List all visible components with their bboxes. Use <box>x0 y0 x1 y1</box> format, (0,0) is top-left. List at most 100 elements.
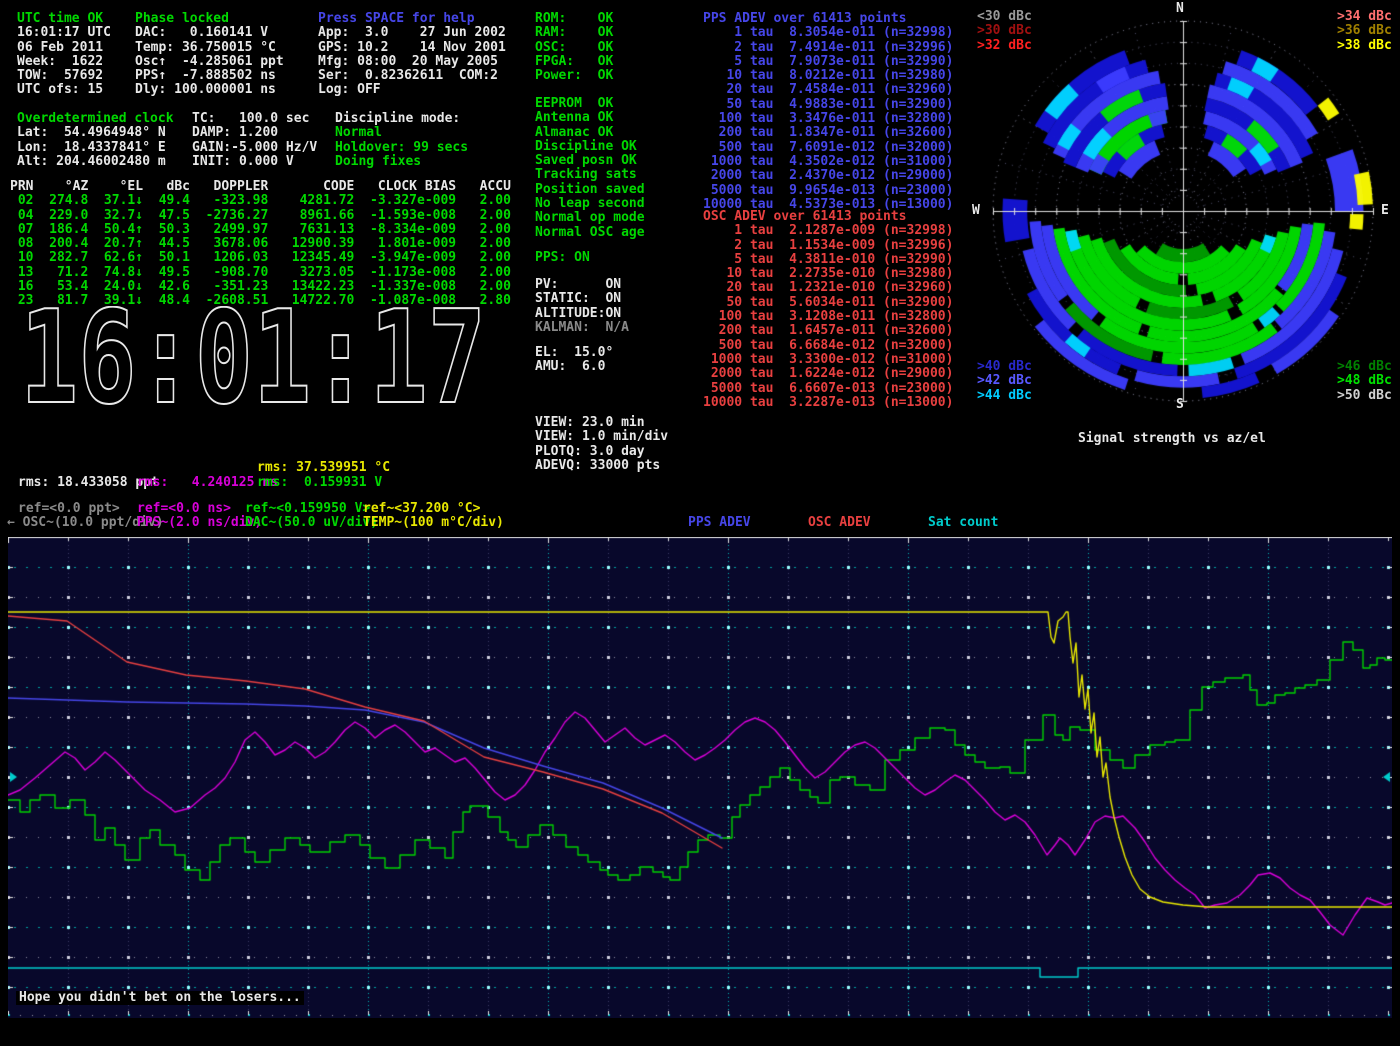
legend-entry: <30 dBc <box>977 10 1032 24</box>
view-queue-panel: VIEW: 23.0 minVIEW: 1.0 min/divPLOTQ: 3.… <box>535 416 668 473</box>
osc-adev-rows: 1 tau 2.1287e-009 (n=32998) 2 tau 1.1534… <box>703 224 953 410</box>
fix-mode-panel: PV: ONSTATIC: ONALTITUDE:ON KALMAN: N/A <box>535 278 629 335</box>
osc-adev-table: OSC ADEV over 61413 points 1 tau 2.1287e… <box>703 210 953 410</box>
sat-table-row: 07 186.4 50.4↑ 50.3 2499.97 7631.13 -8.3… <box>10 223 511 237</box>
line: 500 tau 6.6684e-012 (n=32000) <box>703 339 953 353</box>
loop-params-panel: TC: 100.0 secDAMP: 1.200GAIN:-5.000 Hz/V… <box>192 112 317 169</box>
line: 100 tau 3.3476e-011 (n=32800) <box>703 112 953 126</box>
line: 1000 tau 4.3502e-012 (n=31000) <box>703 155 953 169</box>
receiver-selftest-lines: ROM: OKRAM: OKOSC: OKFPGA: OKPower: OK <box>535 12 613 83</box>
line: 200 tau 1.6457e-011 (n=32600) <box>703 324 953 338</box>
help-hint: Press SPACE for help <box>318 12 506 26</box>
line: GAIN:-5.000 Hz/V <box>192 141 317 155</box>
line: Temp: 36.750015 °C <box>135 41 284 55</box>
line: 2 tau 1.1534e-009 (n=32996) <box>703 239 953 253</box>
label-sat-count: Sat count <box>928 516 998 530</box>
line: 5 tau 4.3811e-010 (n=32990) <box>703 253 953 267</box>
heather-monitor-screen: UTC time OK 16:01:17 UTC06 Feb 2011Week:… <box>0 0 1400 1046</box>
line: Discipline OK <box>535 140 645 154</box>
mask-panel: EL: 15.0°AMU: 6.0 <box>535 346 613 375</box>
legend-entry: >50 dBc <box>1337 389 1392 403</box>
line: 10 tau 8.0212e-011 (n=32980) <box>703 69 953 83</box>
label-osc-adev: OSC ADEV <box>808 516 871 530</box>
legend-entry: >40 dBc <box>977 360 1032 374</box>
legend-entry: >36 dBc <box>1337 24 1392 38</box>
line: FPGA: OK <box>535 55 613 69</box>
line: Normal <box>335 126 468 140</box>
line: GPS: 10.2 14 Nov 2001 <box>318 41 506 55</box>
sat-table-header: PRN °AZ °EL dBc DOPPLER CODE CLOCK BIAS … <box>10 180 511 194</box>
big-digital-clock: 16:01:17 <box>18 306 492 410</box>
rms-dac: rms: 0.159931 V <box>257 476 382 490</box>
legend-entry: >30 dBc <box>977 24 1032 38</box>
sat-table-row: 02 274.8 37.1↓ 49.4 -323.98 4281.72 -3.3… <box>10 194 511 208</box>
mask-lines: EL: 15.0°AMU: 6.0 <box>535 346 613 375</box>
scale-pps: PPS~(2.0 ns/div) <box>137 516 262 530</box>
line: RAM: OK <box>535 26 613 40</box>
line: DAC: 0.160141 V <box>135 26 284 40</box>
line: Antenna OK <box>535 111 645 125</box>
gps-status-lines: EEPROM OKAntenna OKAlmanac OKDiscipline … <box>535 97 645 240</box>
sat-table-row: 10 282.7 62.6↑ 50.1 1206.03 12345.49 -3.… <box>10 251 511 265</box>
strip-chart[interactable] <box>8 537 1392 1018</box>
line: Mfg: 08:00 20 May 2005 <box>318 55 506 69</box>
line: 10 tau 2.2735e-010 (n=32980) <box>703 267 953 281</box>
loop-params-lines: TC: 100.0 secDAMP: 1.200GAIN:-5.000 Hz/V… <box>192 112 317 169</box>
legend-entry: >44 dBc <box>977 389 1032 403</box>
line: 2 tau 7.4914e-011 (n=32996) <box>703 41 953 55</box>
dbc-legend-low: <30 dBc>30 dBc>32 dBc <box>977 10 1032 53</box>
status-message: Hope you didn't bet on the losers... <box>16 991 304 1005</box>
legend-entry: >38 dBc <box>1337 39 1392 53</box>
line: Osc↑ -4.285061 ppt <box>135 55 284 69</box>
line: VIEW: 1.0 min/div <box>535 430 668 444</box>
line: VIEW: 23.0 min <box>535 416 668 430</box>
discipline-state-lines: NormalHoldover: 99 secsDoing fixes <box>335 126 468 169</box>
line: PLOTQ: 3.0 day <box>535 445 668 459</box>
line: Week: 1622 <box>17 55 111 69</box>
pps-state: PPS: ON <box>535 251 590 265</box>
line: 06 Feb 2011 <box>17 41 111 55</box>
satellite-table: PRN °AZ °EL dBc DOPPLER CODE CLOCK BIAS … <box>10 180 511 309</box>
line: Almanac OK <box>535 126 645 140</box>
line: PV: ON <box>535 278 629 292</box>
line: Lon: 18.4337841° E <box>17 141 174 155</box>
line: 50 tau 4.9883e-011 (n=32900) <box>703 98 953 112</box>
discipline-label: Discipline mode: <box>335 112 468 126</box>
line: Log: OFF <box>318 83 506 97</box>
phase-lock-lines: DAC: 0.160141 VTemp: 36.750015 °COsc↑ -4… <box>135 26 284 97</box>
line: 20 tau 7.4584e-011 (n=32960) <box>703 83 953 97</box>
compass-w: W <box>972 204 980 218</box>
sat-table-row: 16 53.4 24.0↓ 42.6 -351.23 13422.23 -1.3… <box>10 280 511 294</box>
help-version-panel: Press SPACE for help App: 3.0 27 Jun 200… <box>318 12 506 98</box>
version-lines: App: 3.0 27 Jun 2002GPS: 10.2 14 Nov 200… <box>318 26 506 97</box>
line: STATIC: ON <box>535 292 629 306</box>
line: 5000 tau 9.9654e-013 (n=23000) <box>703 184 953 198</box>
line: AMU: 6.0 <box>535 360 613 374</box>
utc-status-title: UTC time OK <box>17 12 111 26</box>
line: Dly: 100.000001 ns <box>135 83 284 97</box>
position-lines: Lat: 54.4964948° NLon: 18.4337841° EAlt:… <box>17 126 174 169</box>
compass-s: S <box>1176 398 1184 412</box>
line: Tracking sats <box>535 168 645 182</box>
line: 500 tau 7.6091e-012 (n=32000) <box>703 141 953 155</box>
big-clock-time: 16:01:17 <box>20 306 486 410</box>
line: App: 3.0 27 Jun 2002 <box>318 26 506 40</box>
line: PPS↑ -7.888502 ns <box>135 69 284 83</box>
line: 1 tau 2.1287e-009 (n=32998) <box>703 224 953 238</box>
polar-caption: Signal strength vs az/el <box>1078 432 1266 446</box>
discipline-panel: Discipline mode: NormalHoldover: 99 secs… <box>335 112 468 169</box>
legend-entry: >46 dBc <box>1337 360 1392 374</box>
utc-status-panel: UTC time OK 16:01:17 UTC06 Feb 2011Week:… <box>17 12 111 98</box>
line: Ser: 0.82362611 COM:2 <box>318 69 506 83</box>
line: EL: 15.0° <box>535 346 613 360</box>
line: Normal op mode <box>535 211 645 225</box>
sat-table-row: 13 71.2 74.8↓ 49.5 -908.70 3273.05 -1.17… <box>10 266 511 280</box>
line: 5 tau 7.9073e-011 (n=32990) <box>703 55 953 69</box>
line: DAMP: 1.200 <box>192 126 317 140</box>
sat-table-row: 08 200.4 20.7↑ 44.5 3678.06 12900.39 1.8… <box>10 237 511 251</box>
line: 1 tau 8.3054e-011 (n=32998) <box>703 26 953 40</box>
position-title: Overdetermined clock <box>17 112 174 126</box>
position-panel: Overdetermined clock Lat: 54.4964948° NL… <box>17 112 174 169</box>
line: OSC: OK <box>535 41 613 55</box>
line: ALTITUDE:ON <box>535 307 629 321</box>
